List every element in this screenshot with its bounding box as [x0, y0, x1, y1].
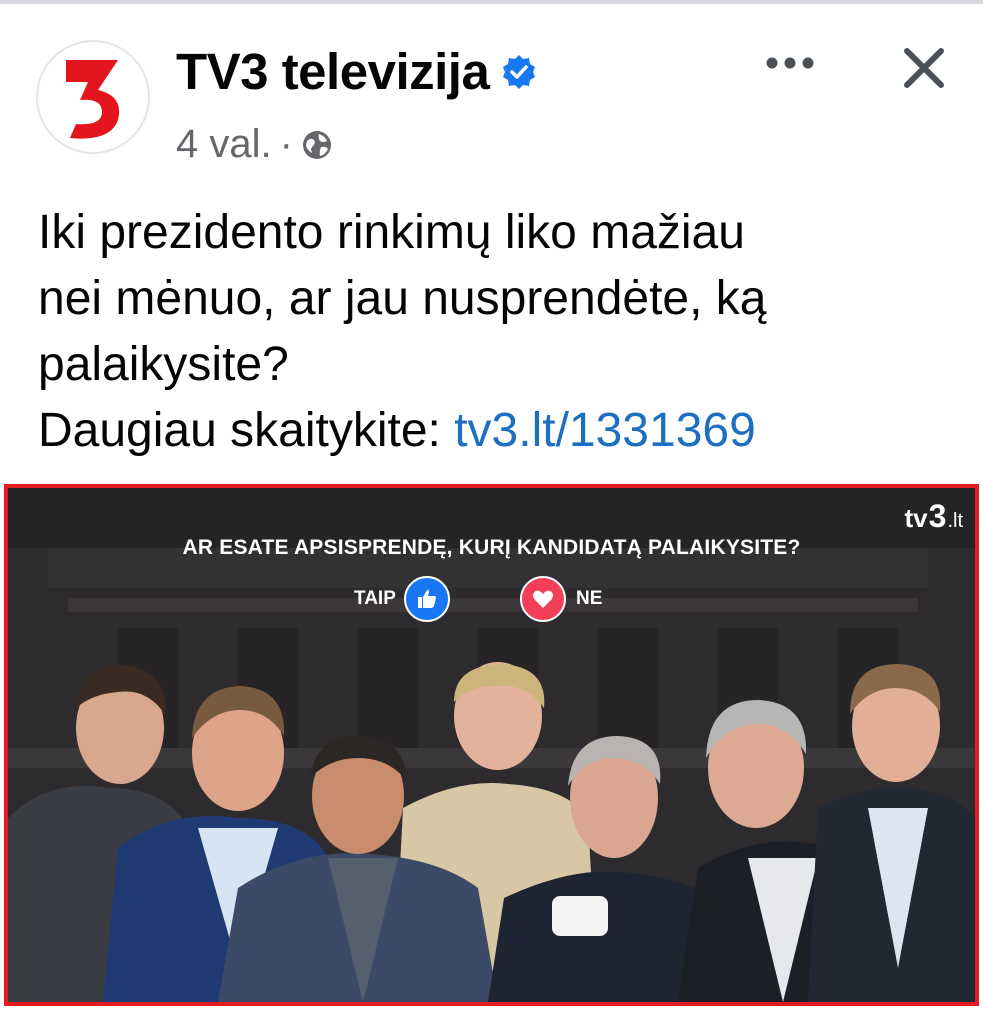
poll-question: AR ESATE APSISPRENDĘ, KURĮ KANDIDATĄ PAL…	[182, 536, 801, 559]
watermark-suffix: .lt	[947, 510, 963, 532]
verified-badge-icon	[503, 54, 536, 89]
meta-separator: ·	[279, 122, 293, 166]
read-more-prefix: Daugiau skaitykite:	[38, 404, 455, 457]
poll-option-yes: TAIP	[354, 576, 450, 622]
post-body: Iki prezidento rinkimų liko mažiau nei m…	[38, 200, 958, 464]
watermark-three: 3	[928, 498, 947, 534]
heart-icon	[533, 590, 553, 608]
more-options-icon	[766, 57, 814, 69]
like-reaction-icon	[403, 576, 450, 622]
close-button[interactable]	[896, 40, 952, 96]
page-name[interactable]: TV3 televizija	[176, 42, 537, 101]
poll-option-yes-label: TAIP	[354, 588, 396, 609]
close-icon	[904, 48, 944, 88]
more-options-button[interactable]	[760, 48, 820, 78]
page-name-text[interactable]: TV3 televizija	[176, 42, 490, 101]
tv3-watermark: tv 3 .lt	[905, 498, 963, 535]
page-avatar[interactable]	[36, 40, 150, 154]
love-reaction-icon	[520, 576, 566, 622]
poll-option-no: NE	[520, 576, 602, 622]
post-header: TV3 televizija 4 val. ·	[0, 0, 983, 190]
candidates-photo	[8, 662, 975, 1002]
post-text-line: Iki prezidento rinkimų liko mažiau	[38, 206, 745, 259]
post-image[interactable]: tv 3 .lt AR ESATE APSISPRENDĘ, KURĮ KANDID…	[4, 484, 979, 1006]
read-more-line: Daugiau skaitykite: tv3.lt/1331369	[38, 398, 958, 464]
tv3-logo-icon	[66, 60, 120, 139]
poll-option-no-label: NE	[576, 588, 603, 609]
article-link[interactable]: tv3.lt/1331369	[454, 404, 756, 457]
watermark-prefix: tv	[904, 503, 928, 533]
thumbs-up-icon	[417, 589, 436, 608]
post-text-line: nei mėnuo, ar jau nusprendėte, ką	[38, 272, 767, 325]
globe-icon	[302, 130, 331, 159]
post-meta: 4 val. ·	[176, 122, 333, 167]
post-text-line: palaikysite?	[38, 338, 289, 391]
poll-options: TAIP NE	[8, 576, 975, 624]
post-time[interactable]: 4 val.	[176, 122, 272, 167]
